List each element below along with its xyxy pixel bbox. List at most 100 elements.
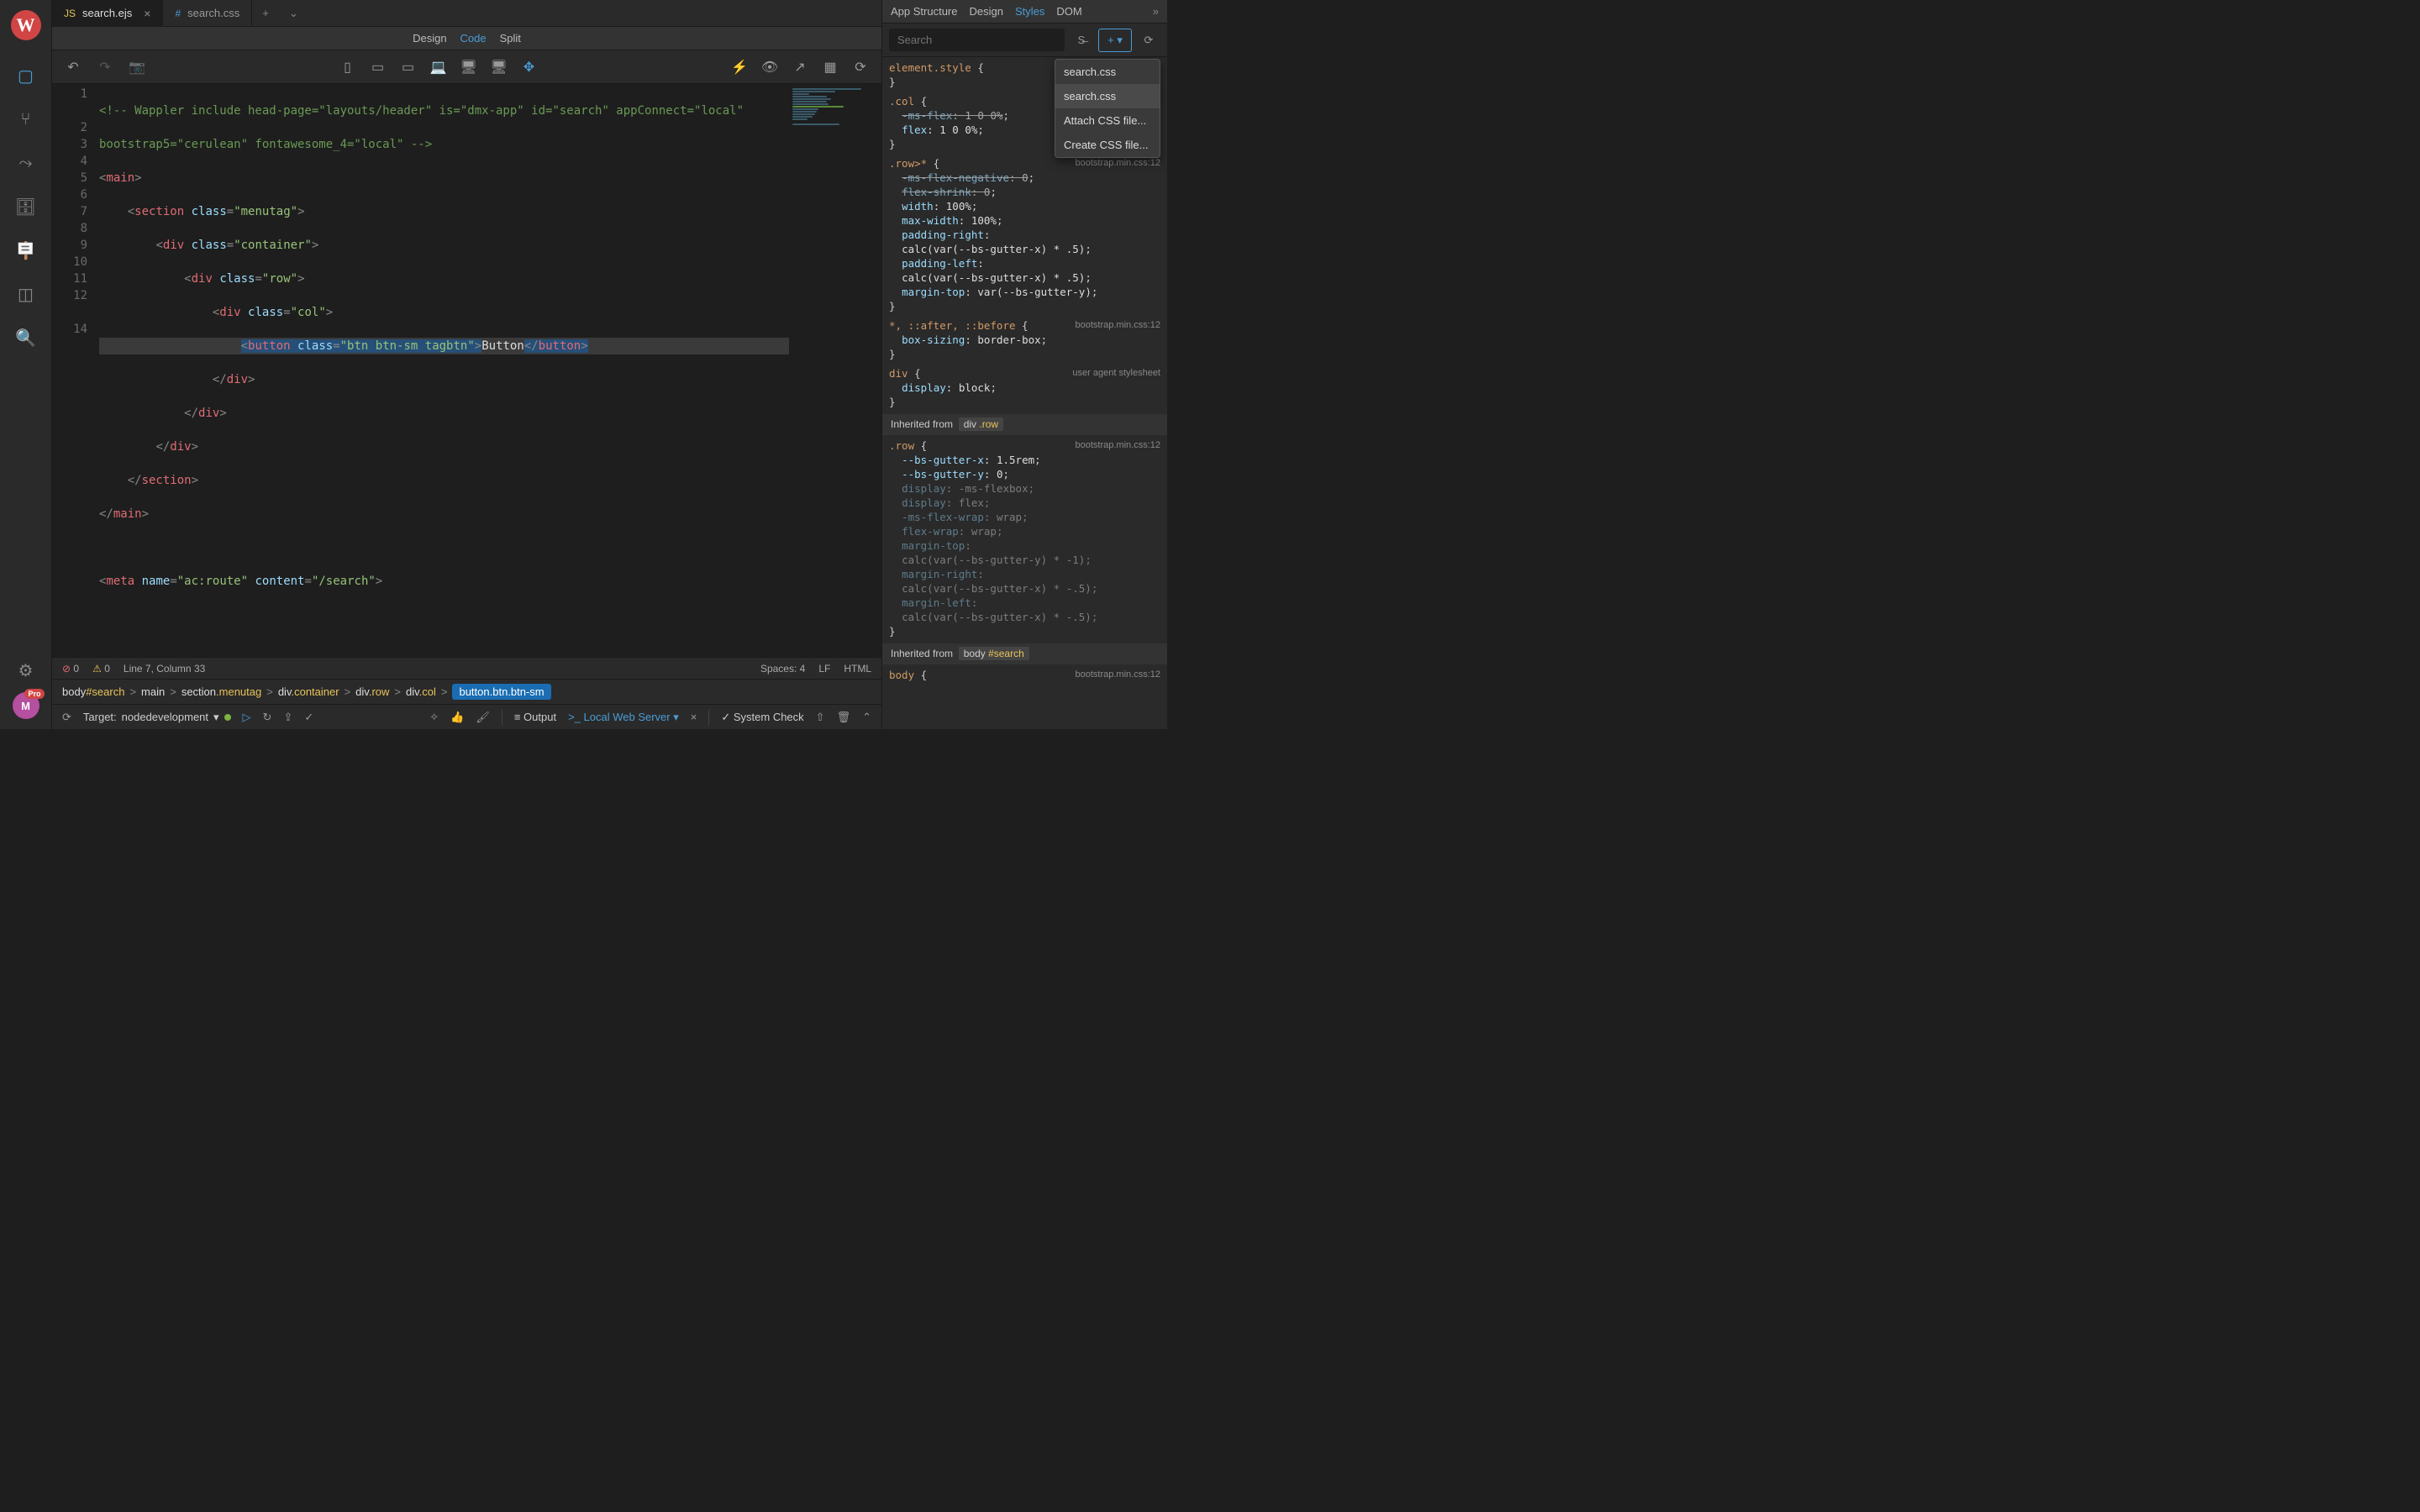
wand-icon[interactable]: ✧ — [429, 711, 439, 724]
output-panel-toggle[interactable]: ≡ Output — [514, 711, 556, 723]
undo-icon[interactable]: ↶ — [62, 59, 84, 76]
trash-icon[interactable]: 🗑 — [837, 711, 851, 724]
check-circle-icon[interactable]: ✓ — [304, 711, 313, 724]
device-mobile-icon[interactable]: ▯ — [337, 59, 359, 76]
database-icon[interactable]: 🗄 — [11, 192, 41, 222]
crumb-row[interactable]: div.row — [355, 685, 389, 698]
styles-search-input[interactable] — [889, 29, 1065, 51]
tab-label: search.ejs — [82, 7, 132, 19]
view-split[interactable]: Split — [500, 32, 521, 45]
line-gutter: 1 2 3 4 5 6 7 8 9 10 11 12 14 — [52, 84, 99, 657]
reload-icon[interactable]: ↻ — [263, 711, 272, 724]
editor-toolbar: ↶ ↷ 📷 ▯ ▭ ▭ 💻 🖥 🖥 ✥ ⚡ 👁 ↗ ▦ ⟳ — [52, 50, 881, 84]
minimap[interactable] — [789, 84, 881, 657]
js-file-icon: JS — [64, 8, 76, 19]
tab-search-ejs[interactable]: JS search.ejs × — [52, 0, 163, 27]
view-design[interactable]: Design — [413, 32, 446, 45]
menu-item-search-css[interactable]: search.css — [1055, 60, 1160, 84]
rule-row-star[interactable]: bootstrap.min.css:12 .row>* { -ms-flex-n… — [889, 156, 1160, 313]
css-file-menu: search.css search.css Attach CSS file...… — [1055, 59, 1160, 158]
search-icon[interactable]: 🔍 — [11, 323, 41, 353]
crumb-section[interactable]: section.menutag — [182, 685, 261, 698]
device-tablet-icon[interactable]: ▭ — [367, 59, 389, 76]
styles-toolbar: S̶ + ▾ ⟳ — [882, 24, 1167, 57]
flows-icon[interactable]: 🪧 — [11, 235, 41, 265]
new-tab-button[interactable]: + — [252, 7, 279, 19]
tab-styles[interactable]: Styles — [1015, 5, 1044, 18]
pages-icon[interactable]: ▢ — [11, 60, 41, 91]
rule-body[interactable]: bootstrap.min.css:12 body { — [889, 668, 1160, 682]
menu-item-attach-css[interactable]: Attach CSS file... — [1055, 108, 1160, 133]
cursor-position: Line 7, Column 33 — [124, 663, 205, 675]
qr-icon[interactable]: ▦ — [819, 59, 841, 76]
tab-design-panel[interactable]: Design — [970, 5, 1003, 18]
git-icon[interactable]: ⑂ — [11, 104, 41, 134]
error-count[interactable]: ⊘ 0 — [62, 663, 79, 675]
inspector-panel: App Structure Design Styles DOM » S̶ + ▾… — [881, 0, 1167, 729]
tab-menu-chevron[interactable]: ⌄ — [279, 7, 308, 20]
tab-search-css[interactable]: # search.css — [163, 0, 252, 27]
extensions-icon[interactable]: ◫ — [11, 279, 41, 309]
redo-icon[interactable]: ↷ — [94, 59, 116, 76]
target-selector[interactable]: Target: nodedevelopment ▾ — [83, 711, 231, 724]
device-laptop-icon[interactable]: 💻 — [428, 59, 450, 76]
settings-icon[interactable]: ⚙ — [11, 655, 41, 685]
inherited-from-row: Inherited from div .row — [882, 414, 1167, 435]
add-rule-button[interactable]: + ▾ — [1098, 29, 1132, 52]
line-ending[interactable]: LF — [818, 663, 830, 675]
inherited-from-body: Inherited from body #search — [882, 643, 1167, 664]
rule-universal[interactable]: bootstrap.min.css:12 *, ::after, ::befor… — [889, 318, 1160, 361]
code-content[interactable]: <!-- Wappler include head-page="layouts/… — [99, 84, 789, 657]
menu-item-search-css-2[interactable]: search.css — [1055, 84, 1160, 108]
device-wide-icon[interactable]: 🖥 — [488, 59, 510, 76]
menu-item-create-css[interactable]: Create CSS file... — [1055, 133, 1160, 157]
move-icon[interactable]: ✥ — [518, 59, 540, 76]
tab-dom[interactable]: DOM — [1056, 5, 1081, 18]
more-icon[interactable]: » — [1153, 5, 1159, 18]
crumb-container[interactable]: div.container — [278, 685, 339, 698]
code-editor[interactable]: 1 2 3 4 5 6 7 8 9 10 11 12 14 <!-- Wappl… — [52, 84, 881, 657]
rule-row[interactable]: bootstrap.min.css:12 .row { --bs-gutter-… — [889, 438, 1160, 638]
language-mode[interactable]: HTML — [844, 663, 871, 675]
status-dot-icon — [224, 714, 231, 721]
view-code[interactable]: Code — [460, 32, 487, 45]
crumb-body[interactable]: body#search — [62, 685, 124, 698]
status-bar: ⊘ 0 ⚠ 0 Line 7, Column 33 Spaces: 4 LF H… — [52, 657, 881, 679]
play-icon[interactable]: ▷ — [243, 711, 251, 724]
crumb-main[interactable]: main — [141, 685, 165, 698]
strikethrough-icon[interactable]: S̶ — [1070, 29, 1093, 52]
rule-div[interactable]: user agent stylesheet div { display: blo… — [889, 366, 1160, 409]
chevron-up-icon[interactable]: ⌃ — [862, 711, 871, 724]
styles-list[interactable]: search.css search.css Attach CSS file...… — [882, 57, 1167, 729]
device-tablet-land-icon[interactable]: ▭ — [397, 59, 419, 76]
activity-bar: W ▢ ⑂ ⤳ 🗄 🪧 ◫ 🔍 ⚙ MPro — [0, 0, 52, 729]
crumb-button[interactable]: button.btn.btn-sm — [452, 684, 550, 700]
export-icon[interactable]: ↗ — [789, 59, 811, 76]
warning-count[interactable]: ⚠ 0 — [92, 663, 110, 675]
user-avatar[interactable]: MPro — [13, 692, 39, 719]
close-icon[interactable]: × — [144, 7, 150, 20]
preview-icon[interactable]: 👁 — [759, 59, 781, 76]
css-file-icon: # — [175, 8, 181, 19]
bottom-bar: ⟳ Target: nodedevelopment ▾ ▷ ↻ ⇪ ✓ ✧ 👍 … — [52, 704, 881, 729]
tab-app-structure[interactable]: App Structure — [891, 5, 958, 18]
upload-icon[interactable]: ⇧ — [816, 711, 825, 724]
bolt-icon[interactable]: ⚡ — [729, 59, 750, 76]
file-tabs: JS search.ejs × # search.css + ⌄ — [52, 0, 881, 27]
refresh-styles-icon[interactable]: ⟳ — [1137, 29, 1160, 52]
thumbs-up-icon[interactable]: 👍 — [450, 711, 464, 724]
chevron-down-icon: ▾ — [213, 711, 219, 724]
camera-icon[interactable]: 📷 — [126, 59, 148, 76]
server-selector[interactable]: >_ Local Web Server ▾ — [568, 711, 679, 724]
deploy-icon[interactable]: ⇪ — [283, 711, 292, 724]
system-check[interactable]: ✓ System Check — [721, 711, 803, 724]
close-panel-icon[interactable]: × — [691, 711, 697, 723]
app-logo[interactable]: W — [11, 10, 41, 40]
crumb-col[interactable]: div.col — [406, 685, 436, 698]
refresh-icon[interactable]: ⟳ — [850, 59, 871, 76]
indent-info[interactable]: Spaces: 4 — [760, 663, 805, 675]
brush-icon[interactable]: 🖌 — [476, 711, 490, 724]
device-desktop-icon[interactable]: 🖥 — [458, 59, 480, 76]
routes-icon[interactable]: ⤳ — [11, 148, 41, 178]
sync-icon[interactable]: ⟳ — [62, 711, 71, 724]
